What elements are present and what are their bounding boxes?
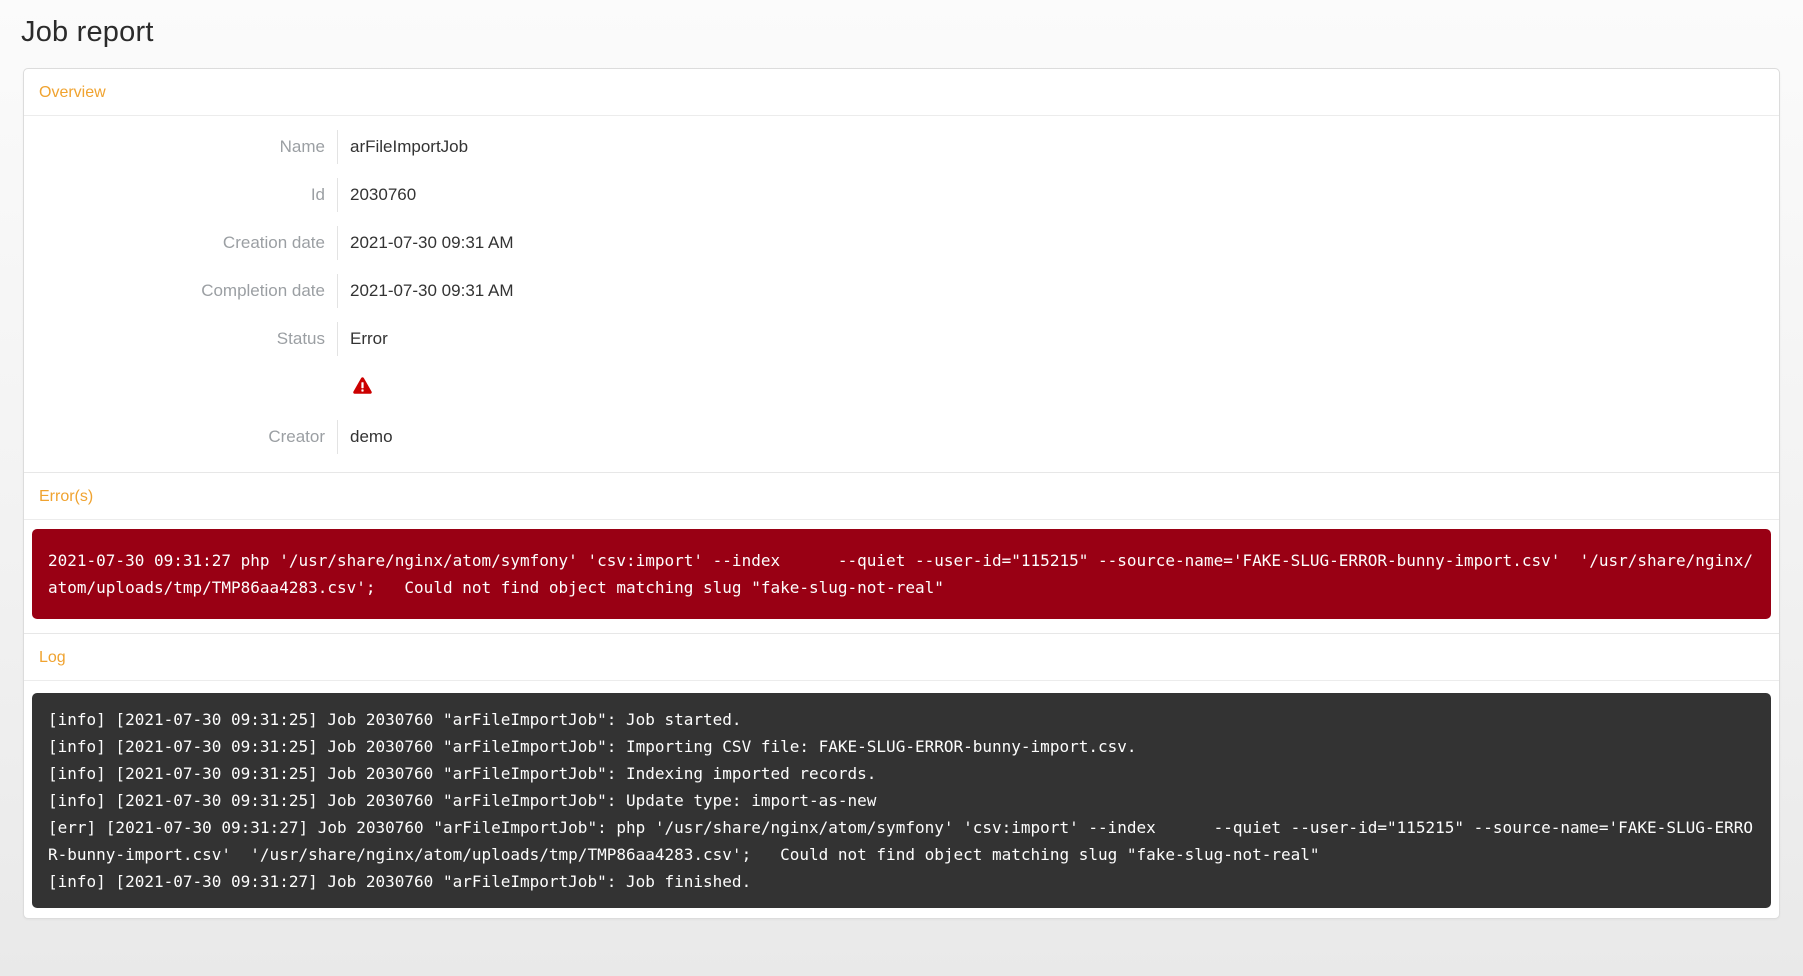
overview-row: StatusError [24,322,514,356]
field-label: Id [24,178,338,212]
overview-row: Creatordemo [24,420,514,454]
error-message-list: 2021-07-30 09:31:27 php '/usr/share/ngin… [24,529,1779,619]
log-output: [info] [2021-07-30 09:31:25] Job 2030760… [48,706,1755,895]
errors-section: Error(s) 2021-07-30 09:31:27 php '/usr/s… [24,472,1779,619]
page-title: Job report [0,0,1803,51]
error-console-box: 2021-07-30 09:31:27 php '/usr/share/ngin… [32,529,1771,619]
overview-table: NamearFileImportJobId2030760Creation dat… [24,116,514,468]
field-value: demo [338,420,514,454]
field-value: arFileImportJob [338,130,514,164]
log-section: Log [info] [2021-07-30 09:31:25] Job 203… [24,633,1779,908]
field-value [338,370,514,406]
errors-section-header: Error(s) [24,473,1779,520]
log-section-header: Log [24,634,1779,681]
error-message-text: 2021-07-30 09:31:27 php '/usr/share/ngin… [48,547,1755,601]
field-value: 2021-07-30 09:31 AM [338,274,514,308]
field-value: Error [338,322,514,356]
overview-section-header: Overview [24,69,1779,116]
overview-section: Overview NamearFileImportJobId2030760Cre… [24,69,1779,468]
field-value: 2030760 [338,178,514,212]
field-label: Creator [24,420,338,454]
field-label: Creation date [24,226,338,260]
log-console-box: [info] [2021-07-30 09:31:25] Job 2030760… [32,693,1771,908]
field-label: Status [24,322,338,356]
overview-row: Creation date2021-07-30 09:31 AM [24,226,514,260]
overview-row: NamearFileImportJob [24,130,514,164]
field-label: Name [24,130,338,164]
overview-table-body: NamearFileImportJobId2030760Creation dat… [24,130,514,454]
overview-row: Id2030760 [24,178,514,212]
overview-row: Completion date2021-07-30 09:31 AM [24,274,514,308]
field-label: Completion date [24,274,338,308]
warning-icon [353,377,372,394]
field-label [24,370,338,406]
job-report-panel: Overview NamearFileImportJobId2030760Cre… [23,68,1780,919]
field-value: 2021-07-30 09:31 AM [338,226,514,260]
overview-row [24,370,514,406]
